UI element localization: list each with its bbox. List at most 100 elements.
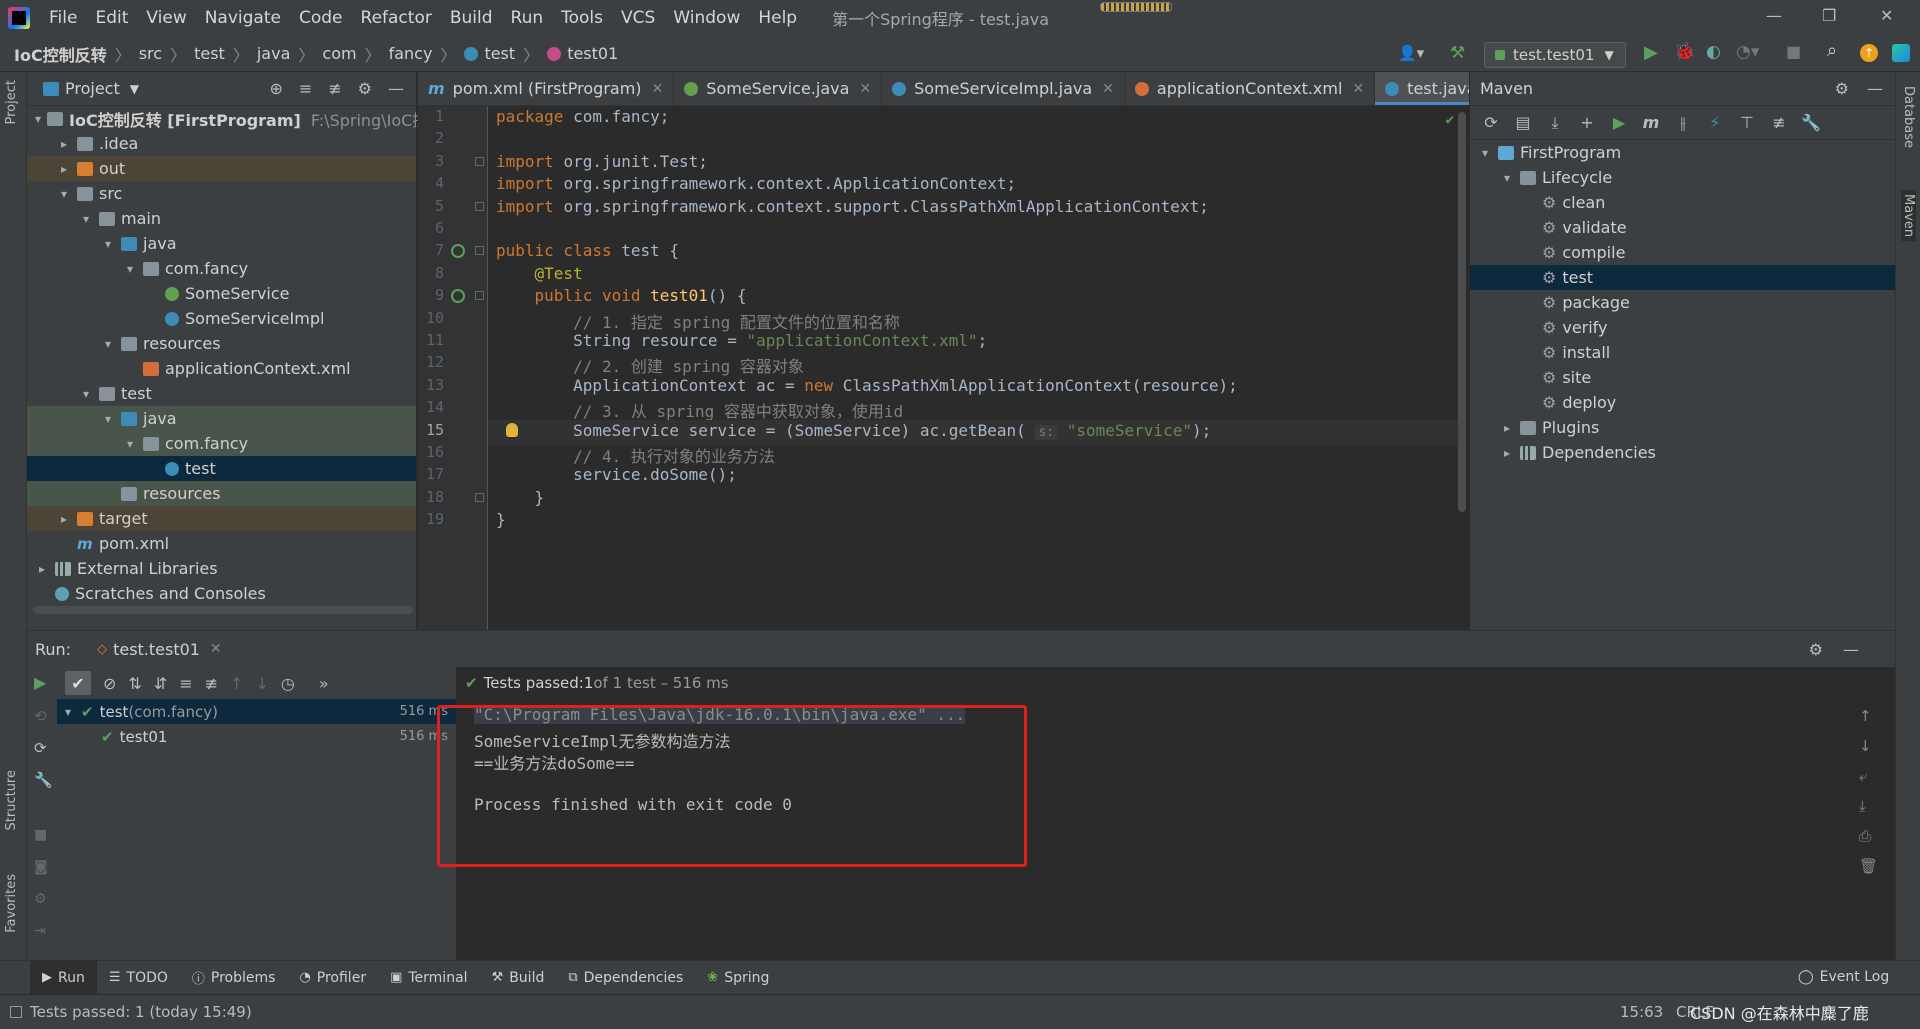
project-tree-item[interactable]: resources: [27, 481, 416, 506]
vertical-scrollbar[interactable]: [1458, 112, 1466, 512]
tool-tab-todo[interactable]: ☰ TODO: [97, 961, 180, 995]
project-tree-item[interactable]: ▾ src: [27, 181, 416, 206]
maven-tree-item[interactable]: ⚙ site: [1470, 365, 1895, 390]
chevron-down-icon[interactable]: ▾: [123, 437, 137, 451]
breadcrumb-item[interactable]: com: [322, 44, 356, 63]
chevron-right-icon[interactable]: ▸: [57, 137, 71, 151]
fold-marker-icon[interactable]: [475, 246, 484, 256]
sort-alpha-icon[interactable]: ⇅: [128, 674, 141, 693]
rerun-failed-icon[interactable]: ⟲: [34, 707, 47, 725]
chevron-down-icon[interactable]: ▾: [123, 262, 137, 276]
project-tree-item[interactable]: ▾ com.fancy: [27, 256, 416, 281]
update-icon[interactable]: ↑: [1860, 44, 1878, 62]
collapse-all-icon[interactable]: ≢: [205, 674, 218, 693]
expand-all-icon[interactable]: ≡: [179, 674, 192, 693]
coverage-icon[interactable]: ◐: [1706, 42, 1721, 62]
favorites-side-tab[interactable]: Favorites: [4, 874, 19, 933]
hide-icon[interactable]: —: [388, 79, 404, 98]
stop-icon[interactable]: ■: [1786, 42, 1801, 61]
editor-tab[interactable]: applicationContext.xml ✕: [1125, 72, 1376, 105]
chevron-down-icon[interactable]: ▾: [61, 705, 75, 719]
skip-tests-icon[interactable]: ⚡: [1706, 113, 1724, 132]
menu-build[interactable]: Build: [441, 8, 502, 28]
menu-vcs[interactable]: VCS: [612, 8, 664, 28]
print-icon[interactable]: ⎙: [1859, 827, 1878, 845]
breadcrumb-item[interactable]: IoC控制反转: [14, 42, 107, 66]
locate-icon[interactable]: ⊕: [269, 79, 282, 98]
status-message[interactable]: Tests passed: 1 (today 15:49): [30, 1003, 252, 1021]
project-tree-item[interactable]: applicationContext.xml: [27, 356, 416, 381]
project-tree-item[interactable]: ▸ out: [27, 156, 416, 181]
history-icon[interactable]: ◷: [281, 674, 295, 693]
sort-duration-icon[interactable]: ⇵: [154, 674, 167, 693]
project-tree-item[interactable]: ▾ IoC控制反转 [FirstProgram] F:\Spring\IoC控制反: [27, 106, 460, 131]
chevron-down-icon[interactable]: ▾: [35, 112, 41, 126]
fold-marker-icon[interactable]: [475, 291, 484, 301]
project-tree-item[interactable]: ▸ External Libraries: [27, 556, 416, 581]
tool-tab-run[interactable]: ▶ Run: [30, 960, 97, 995]
tool-tab-spring[interactable]: ❀ Spring: [695, 961, 781, 995]
soft-wrap-icon[interactable]: ⤶: [1859, 767, 1878, 785]
chevron-down-icon[interactable]: ▼: [130, 82, 139, 96]
chevron-down-icon[interactable]: ▾: [101, 412, 115, 426]
build-hammer-icon[interactable]: ⚒: [1450, 43, 1465, 63]
fold-marker-icon[interactable]: [475, 201, 484, 211]
wrench-icon[interactable]: 🔧: [34, 771, 53, 789]
menu-file[interactable]: File: [40, 8, 86, 28]
maven-tree-item[interactable]: ⚙ install: [1470, 340, 1895, 365]
project-side-tab[interactable]: Project: [4, 80, 19, 124]
project-tree-item[interactable]: test: [27, 456, 416, 481]
wrench-icon[interactable]: 🔧: [1801, 113, 1821, 132]
download-icon[interactable]: ⤓: [1546, 113, 1564, 132]
close-icon[interactable]: ✕: [1102, 81, 1114, 97]
chevron-down-icon[interactable]: ▾: [79, 387, 93, 401]
tool-tab-terminal[interactable]: ▣ Terminal: [378, 961, 479, 995]
fold-marker-icon[interactable]: [475, 492, 484, 502]
close-icon[interactable]: ✕: [859, 81, 871, 97]
run-tab[interactable]: ◇ test.test01 ✕: [97, 640, 222, 659]
exit-icon[interactable]: ⇥: [34, 923, 46, 939]
editor-tab[interactable]: SomeService.java ✕: [674, 72, 883, 105]
toolbox-icon[interactable]: [1892, 44, 1910, 62]
chevron-down-icon[interactable]: ▾: [57, 187, 71, 201]
tool-tab-dependencies[interactable]: ⧉ Dependencies: [556, 961, 695, 995]
profiler-icon[interactable]: ◔▾: [1736, 42, 1759, 62]
menu-refactor[interactable]: Refactor: [352, 8, 441, 28]
chevron-right-icon[interactable]: ▸: [57, 162, 71, 176]
project-tree-item[interactable]: ▾ main: [27, 206, 416, 231]
horizontal-scrollbar[interactable]: [33, 606, 413, 614]
chevron-down-icon[interactable]: ▾: [1478, 146, 1492, 160]
reload-icon[interactable]: ⟳: [1482, 113, 1500, 132]
close-icon[interactable]: ✕: [210, 641, 222, 657]
close-window-icon[interactable]: ✕: [1880, 6, 1893, 25]
breadcrumb-item[interactable]: java: [257, 44, 291, 63]
more-icon[interactable]: »: [319, 674, 329, 693]
editor-tab[interactable]: SomeServiceImpl.java ✕: [882, 72, 1125, 105]
show-dependencies-icon[interactable]: ⊤: [1738, 113, 1756, 132]
breadcrumb-item[interactable]: test01: [567, 44, 618, 63]
menu-help[interactable]: Help: [749, 8, 806, 28]
gear-icon[interactable]: ⚙: [34, 891, 47, 907]
layout-toggle-icon[interactable]: [10, 1006, 22, 1018]
run-configuration-select[interactable]: test.test01 ▼: [1484, 42, 1626, 68]
project-tree-item[interactable]: ▾ resources: [27, 331, 416, 356]
camera-icon[interactable]: ◙: [34, 859, 48, 875]
project-tree-item[interactable]: Scratches and Consoles: [27, 581, 416, 606]
maven-tree-item[interactable]: ▾ FirstProgram: [1470, 140, 1895, 165]
code-editor[interactable]: 1 2 3 4 5 6 7 8 9 10 11 12 13 14 15 16 17 18 19 package co…: [418, 106, 1468, 630]
maven-tree-item[interactable]: ⚙ test: [1470, 265, 1895, 290]
collapse-all-icon[interactable]: ≢: [328, 79, 341, 98]
caret-position[interactable]: 15:63: [1620, 1003, 1663, 1021]
settings-gear-icon[interactable]: ⚙: [358, 79, 372, 98]
breadcrumb-item[interactable]: src: [139, 44, 162, 63]
menu-run[interactable]: Run: [502, 8, 553, 28]
chevron-right-icon[interactable]: ▸: [57, 512, 71, 526]
next-icon[interactable]: ↓: [255, 674, 268, 693]
run-maven-icon[interactable]: ▶: [1610, 113, 1628, 132]
menu-window[interactable]: Window: [664, 8, 749, 28]
menu-code[interactable]: Code: [290, 8, 352, 28]
settings-gear-icon[interactable]: ⚙: [1835, 79, 1849, 98]
tool-tab-build[interactable]: ⚒ Build: [480, 961, 557, 995]
chevron-down-icon[interactable]: ▾: [101, 337, 115, 351]
project-tree-item[interactable]: ▾ com.fancy: [27, 431, 416, 456]
